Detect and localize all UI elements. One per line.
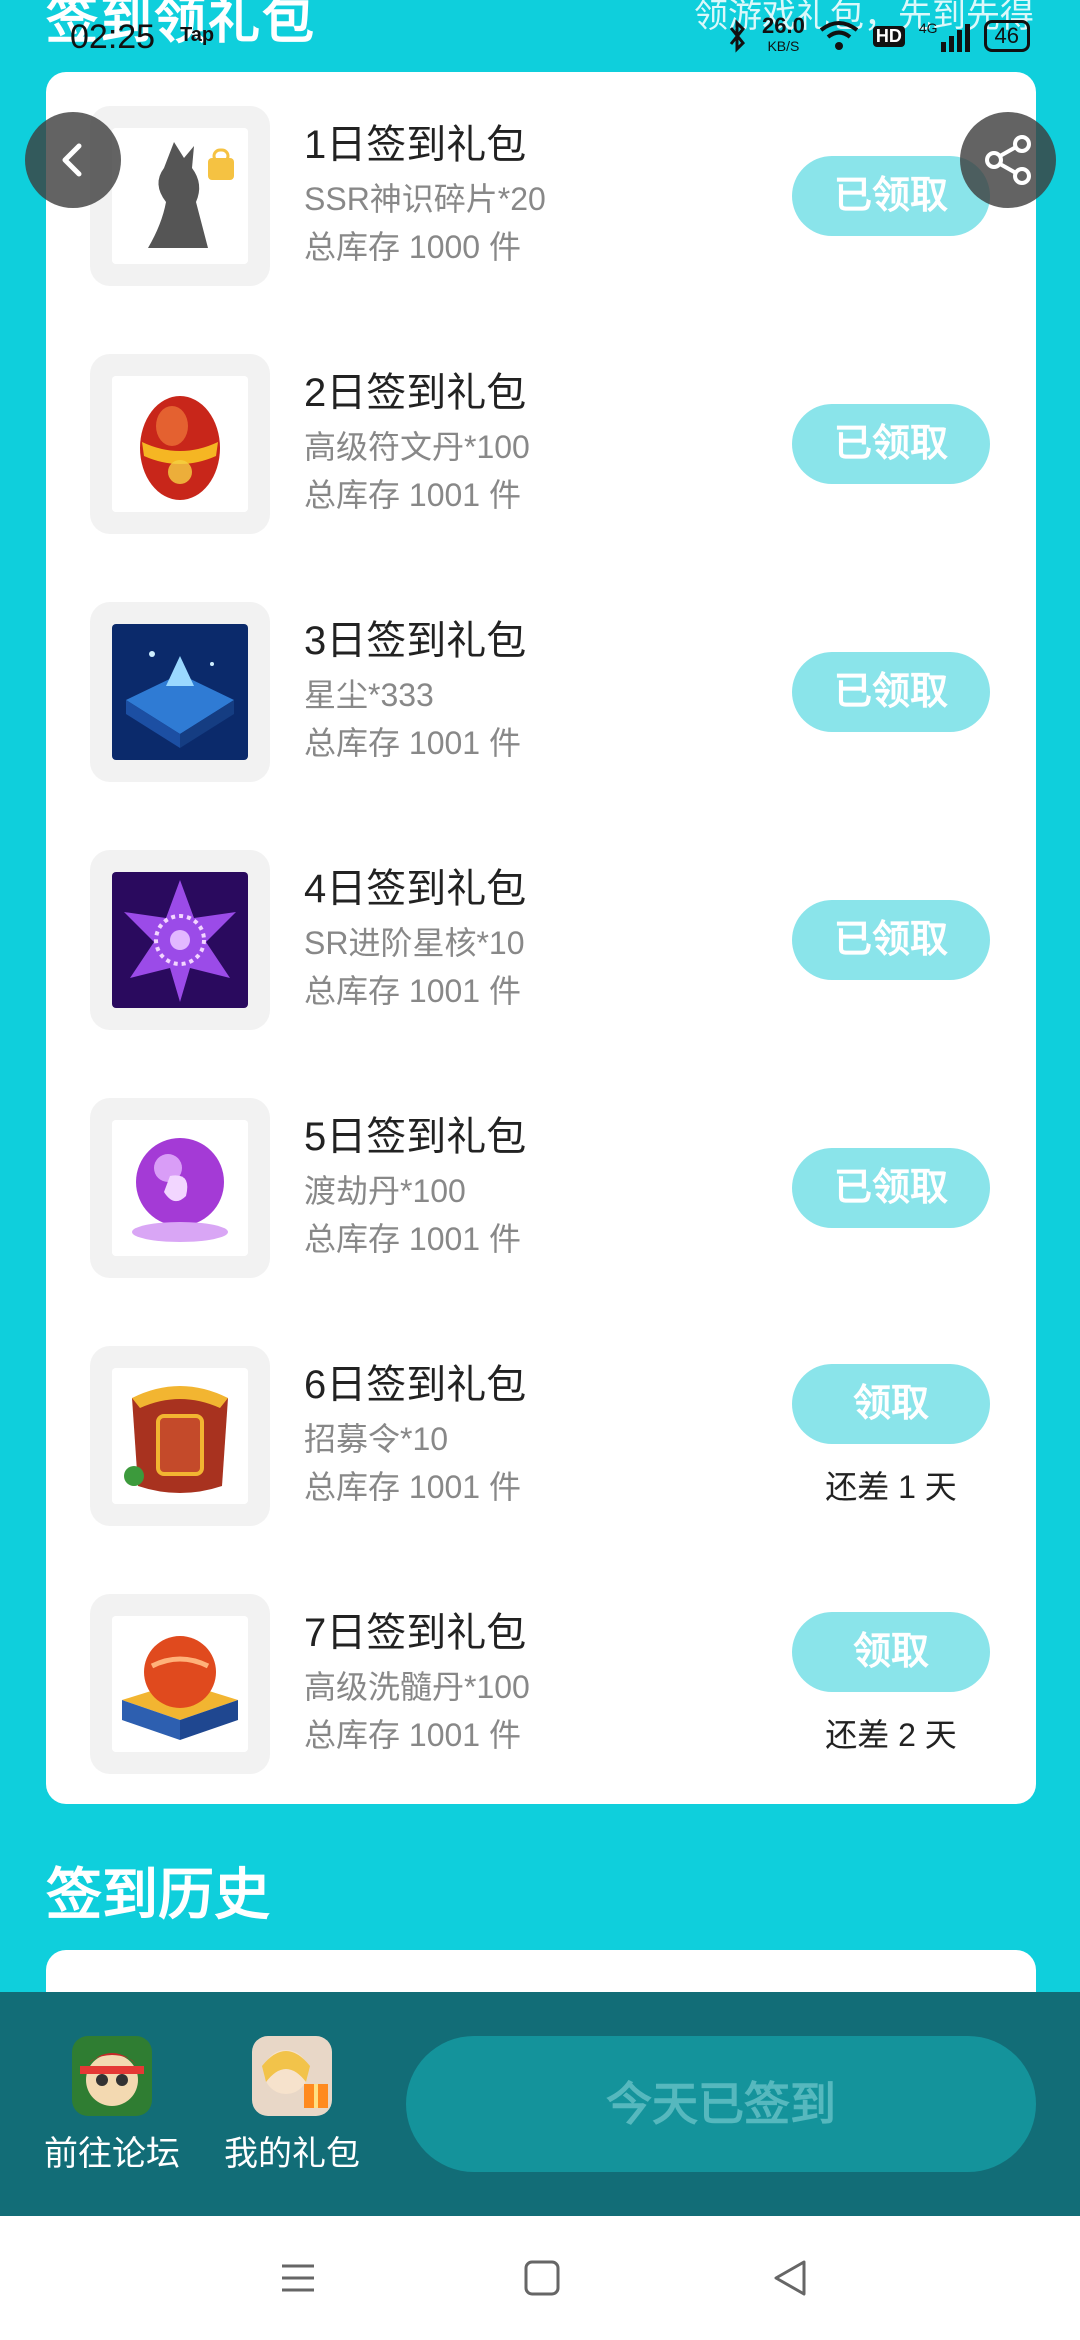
bluetooth-icon [729, 19, 746, 53]
gift-title: 5日签到礼包 [304, 1115, 527, 1159]
menu-icon[interactable] [276, 2256, 320, 2300]
status-time: 02:25 [70, 18, 156, 56]
gift-title: 6日签到礼包 [304, 1363, 527, 1407]
gift-row-day-3: 3日签到礼包 星尘*333 总库存 1001 件 已领取 [46, 568, 1036, 816]
star-core-image [112, 872, 248, 1008]
gift-title: 4日签到礼包 [304, 867, 527, 911]
home-icon[interactable] [520, 2256, 564, 2300]
forum-button[interactable]: 前往论坛 [42, 2036, 182, 2175]
marrow-pill-image [112, 1616, 248, 1752]
network-speed: 26.0 KB/S [762, 13, 805, 55]
ssr-fragment-image [112, 128, 248, 264]
gift-description: 星尘*333 [304, 677, 434, 713]
share-button[interactable] [960, 112, 1056, 208]
gift-description: 招募令*10 [304, 1421, 449, 1457]
gift-thumbnail [90, 1346, 270, 1526]
bottom-action-bar: 前往论坛 我的礼包 今天已签到 [0, 1992, 1080, 2216]
gift-row-day-5: 5日签到礼包 渡劫丹*100 总库存 1001 件 已领取 [46, 1064, 1036, 1312]
gift-title: 1日签到礼包 [304, 123, 527, 167]
back-triangle-icon[interactable] [768, 2256, 812, 2300]
back-button[interactable] [25, 112, 121, 208]
battery-indicator: 46 [983, 20, 1030, 52]
gift-title: 3日签到礼包 [304, 619, 527, 663]
tribulation-pill-image [112, 1120, 248, 1256]
gift-thumbnail [90, 1098, 270, 1278]
gift-description: SSR神识碎片*20 [304, 181, 546, 217]
gift-description: SR进阶星核*10 [304, 925, 525, 961]
signed-in-today-button[interactable]: 今天已签到 [406, 2036, 1036, 2172]
gift-row-day-1: 1日签到礼包 SSR神识碎片*20 总库存 1000 件 已领取 [46, 72, 1036, 320]
gift-stock: 总库存 1001 件 [304, 725, 521, 761]
claimed-button[interactable]: 已领取 [792, 900, 990, 980]
gift-list-card: 1日签到礼包 SSR神识碎片*20 总库存 1000 件 已领取 2日签到礼包 … [46, 72, 1036, 1804]
gift-thumbnail [90, 1594, 270, 1774]
gift-title: 7日签到礼包 [304, 1611, 527, 1655]
gift-stock: 总库存 1001 件 [304, 1469, 521, 1505]
claimed-button[interactable]: 已领取 [792, 652, 990, 732]
days-remaining: 还差 2 天 [825, 1717, 957, 1753]
gift-stock: 总库存 1001 件 [304, 1717, 521, 1753]
claim-button[interactable]: 领取 [792, 1364, 990, 1444]
gift-row-day-7: 7日签到礼包 高级洗髓丹*100 总库存 1001 件 领取 还差 2 天 [46, 1560, 1036, 1808]
gift-row-day-2: 2日签到礼包 高级符文丹*100 总库存 1001 件 已领取 [46, 320, 1036, 568]
forum-game-icon [72, 2036, 152, 2116]
gift-thumbnail [90, 106, 270, 286]
gift-title: 2日签到礼包 [304, 371, 527, 415]
gift-description: 渡劫丹*100 [304, 1173, 466, 1209]
wifi-icon [819, 21, 859, 50]
gift-row-day-4: 4日签到礼包 SR进阶星核*10 总库存 1001 件 已领取 [46, 816, 1036, 1064]
my-gifts-button[interactable]: 我的礼包 [222, 2036, 362, 2175]
share-icon [985, 135, 1031, 185]
stardust-image [112, 624, 248, 760]
gift-stock: 总库存 1001 件 [304, 477, 521, 513]
recruit-token-image [112, 1368, 248, 1504]
gift-description: 高级洗髓丹*100 [304, 1669, 530, 1705]
gift-thumbnail [90, 850, 270, 1030]
gift-thumbnail [90, 354, 270, 534]
chevron-left-icon [62, 143, 82, 177]
my-gifts-avatar-icon [252, 2036, 332, 2116]
my-gifts-label: 我的礼包 [224, 2135, 360, 2173]
days-remaining: 还差 1 天 [825, 1469, 957, 1505]
gift-row-day-6: 6日签到礼包 招募令*10 总库存 1001 件 领取 还差 1 天 [46, 1312, 1036, 1560]
gift-stock: 总库存 1001 件 [304, 1221, 521, 1257]
status-icons: 26.0 KB/S HD 4G 46 [728, 13, 1030, 56]
gift-stock: 总库存 1001 件 [304, 973, 521, 1009]
hd-badge: HD [872, 25, 905, 47]
status-bar: 02:25 Tap 26.0 KB/S HD 4G 46 [0, 0, 1080, 64]
forum-label: 前往论坛 [44, 2135, 180, 2173]
signal-icon: 4G [919, 20, 970, 52]
history-heading: 签到历史 [46, 1863, 270, 1926]
claimed-button[interactable]: 已领取 [792, 404, 990, 484]
gift-thumbnail [90, 602, 270, 782]
gift-description: 高级符文丹*100 [304, 429, 530, 465]
system-navigation-bar [0, 2216, 1080, 2340]
app-badge: Tap [180, 24, 215, 46]
claim-button[interactable]: 领取 [792, 1612, 990, 1692]
gift-stock: 总库存 1000 件 [304, 229, 521, 265]
rune-pill-image [112, 376, 248, 512]
claimed-button[interactable]: 已领取 [792, 1148, 990, 1228]
